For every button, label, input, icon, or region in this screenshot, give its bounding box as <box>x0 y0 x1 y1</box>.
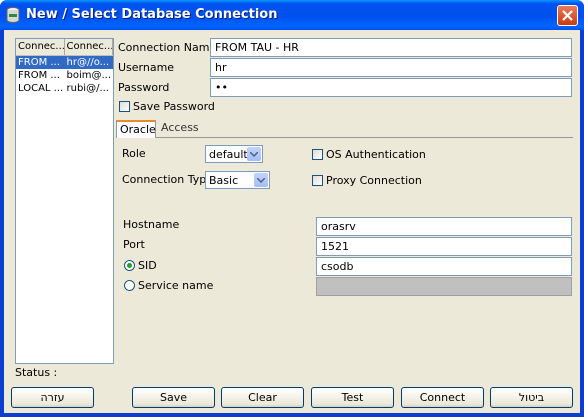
column-header-details[interactable]: Connec... <box>65 39 113 55</box>
connection-details: hr@//o... <box>64 56 113 69</box>
hostname-label: Hostname <box>123 218 180 231</box>
os-authentication-checkbox[interactable] <box>312 149 323 160</box>
connection-details: boim@... <box>66 70 112 81</box>
close-button[interactable] <box>557 5 578 26</box>
table-row[interactable]: FROM ... hr@//o... <box>16 56 113 69</box>
hostname-input[interactable]: orasrv <box>316 217 572 236</box>
table-row[interactable]: FROM ... boim@... <box>16 69 113 82</box>
save-button[interactable]: Save <box>132 387 215 408</box>
connections-table[interactable]: Connec... Connec... FROM ... hr@//o... F… <box>15 38 114 364</box>
connection-name: FROM ... <box>16 56 65 69</box>
chevron-down-icon <box>247 147 261 161</box>
connection-tabs: Oracle Access <box>116 120 573 138</box>
port-label: Port <box>123 238 145 251</box>
dialog-body: Connec... Connec... FROM ... hr@//o... F… <box>4 30 580 413</box>
service-name-radio[interactable] <box>124 280 135 291</box>
proxy-connection-label[interactable]: Proxy Connection <box>326 174 422 187</box>
clear-button[interactable]: Clear <box>221 387 304 408</box>
role-label: Role <box>122 147 146 160</box>
connection-type-select[interactable]: Basic <box>205 171 270 189</box>
connection-name: FROM ... <box>18 70 60 81</box>
column-header-name[interactable]: Connec... <box>16 39 65 55</box>
role-select[interactable]: default <box>205 145 263 163</box>
password-input[interactable]: •• <box>210 78 572 97</box>
table-header: Connec... Connec... <box>16 39 113 56</box>
connect-button[interactable]: Connect <box>401 387 484 408</box>
tab-access[interactable]: Access <box>158 120 202 138</box>
radio-selected-dot <box>127 263 132 268</box>
connection-name-label: Connection Name <box>118 41 217 54</box>
chevron-down-icon <box>254 173 268 187</box>
service-name-label[interactable]: Service name <box>138 279 213 292</box>
connection-type-label: Connection Type <box>122 173 214 186</box>
connection-name: LOCAL ... <box>18 83 64 94</box>
connection-type-value: Basic <box>209 174 239 187</box>
save-password-checkbox[interactable] <box>119 101 130 112</box>
role-value: default <box>209 148 248 161</box>
table-row[interactable]: LOCAL ... rubi@/... <box>16 82 113 95</box>
cancel-button[interactable]: ביטול <box>490 387 573 408</box>
help-button[interactable]: עזרה <box>11 387 94 408</box>
tab-oracle[interactable]: Oracle <box>116 120 156 138</box>
sid-radio[interactable] <box>124 260 135 271</box>
status-label: Status : <box>15 366 58 379</box>
save-password-label[interactable]: Save Password <box>133 100 215 113</box>
close-icon <box>562 10 573 21</box>
os-authentication-label[interactable]: OS Authentication <box>326 148 426 161</box>
proxy-connection-checkbox[interactable] <box>312 175 323 186</box>
connection-details: rubi@/... <box>66 83 109 94</box>
window-title: New / Select Database Connection <box>26 7 278 22</box>
service-name-input <box>316 277 572 296</box>
connection-name-input[interactable]: FROM TAU - HR <box>210 38 572 57</box>
username-label: Username <box>118 61 175 74</box>
sid-input[interactable]: csodb <box>316 257 572 276</box>
username-input[interactable]: hr <box>210 58 572 77</box>
port-input[interactable]: 1521 <box>316 237 572 256</box>
test-button[interactable]: Test <box>311 387 394 408</box>
dialog-window: New / Select Database Connection Connec.… <box>0 0 584 417</box>
sid-label[interactable]: SID <box>138 259 157 272</box>
password-label: Password <box>118 81 170 94</box>
title-bar[interactable]: New / Select Database Connection <box>0 0 584 30</box>
database-icon <box>6 7 20 23</box>
